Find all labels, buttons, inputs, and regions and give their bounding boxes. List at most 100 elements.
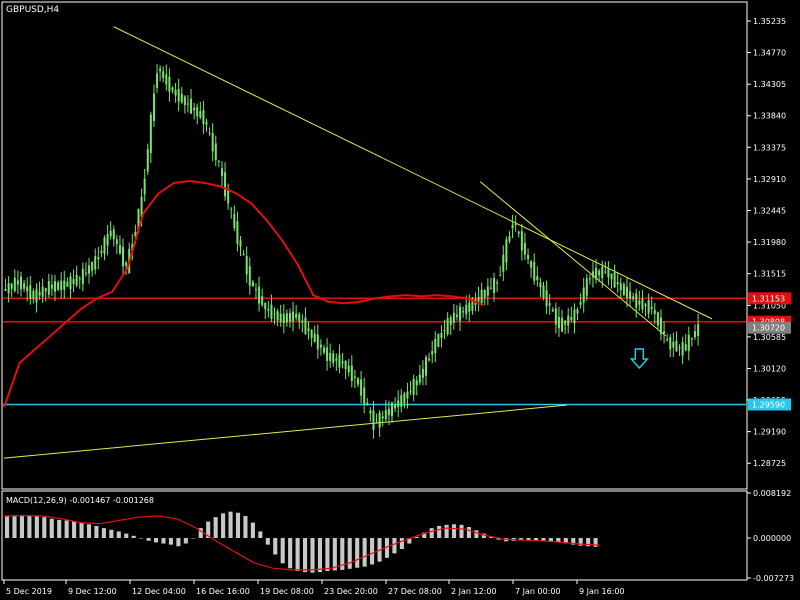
candle-body [288,312,291,322]
candle-body [684,344,687,351]
candle-body [94,256,97,270]
candle-body [493,278,496,294]
chart-window[interactable]: GBPUSD,H4 MACD(12,26,9) -0.001467 -0.001… [0,0,800,600]
candle-body [582,287,585,303]
candle-body [406,391,409,399]
price-tick-label: 1.33375 [753,143,786,152]
candle-body [489,287,492,289]
price-tick-label: 1.32910 [753,175,786,184]
price-tick-label: 1.35235 [753,17,786,26]
time-tick-label: 9 Dec 12:00 [68,587,117,596]
candle-body [217,160,220,162]
candle-body [190,98,193,114]
support-level-tag-label: 1.29590 [752,400,785,409]
candle-body [616,282,619,285]
time-tick-label: 5 Dec 2019 [6,587,52,596]
candle-body [152,93,155,122]
candle-body [23,283,26,289]
candle-body [20,276,23,290]
candle-body [588,278,591,280]
candle-body [375,422,378,424]
macd-histogram-bar [273,538,278,555]
price-tick-label: 1.31980 [753,238,786,247]
candle-body [224,172,227,197]
macd-histogram-bar [325,538,330,572]
macd-histogram-bar [34,516,39,539]
candle-body [47,280,50,295]
candle-body [304,317,307,334]
macd-histogram-bar [42,517,47,539]
rising-support-trendline[interactable] [3,404,567,459]
macd-histogram-bar [399,538,404,550]
candle-body [35,288,38,303]
candle-body [38,291,41,296]
candle-body [97,257,100,260]
candle-body [261,296,264,305]
candle-body [214,143,217,161]
candle-body [561,317,564,332]
candle-body [183,96,186,106]
time-tick-label: 16 Dec 16:00 [196,587,250,596]
candle-series [4,64,700,439]
price-tick-label: 1.32445 [753,207,786,216]
candle-body [415,380,418,386]
candle-body [109,230,112,237]
candle-body [431,351,434,355]
time-tick-label: 27 Dec 08:00 [388,587,442,596]
macd-histogram-bar [154,538,159,543]
candle-body [264,302,267,310]
candle-body [669,337,672,350]
macd-histogram-bar [86,524,92,539]
candle-body [394,404,397,409]
macd-histogram-bar [362,538,367,567]
macd-tick-label: -0.007273 [753,574,794,583]
macd-histogram-bar [280,538,285,564]
candle-body [656,312,659,326]
candle-body [347,365,350,373]
macd-histogram-bar [466,527,471,539]
candle-body [663,331,666,334]
candle-body [41,286,44,297]
chart-canvas[interactable]: GBPUSD,H4 MACD(12,26,9) -0.001467 -0.001… [0,0,800,600]
macd-histogram-bar [72,521,77,539]
macd-histogram-bar [64,520,69,539]
candle-body [536,276,539,281]
candle-body [118,245,121,254]
time-tick-label: 2 Jan 12:00 [451,587,497,596]
candle-body [276,311,279,321]
candle-body [672,341,675,348]
candle-body [499,275,502,277]
main-descending-trendline[interactable] [113,26,713,320]
candle-body [316,334,319,350]
macd-histogram-bar [265,538,270,545]
candle-body [508,236,511,242]
candle-body [690,338,693,340]
candle-body [551,309,554,312]
candle-body [211,133,214,152]
candle-body [156,73,159,88]
candle-body [295,313,298,318]
candle-body [570,317,573,321]
candle-body [446,317,449,335]
price-tick-label: 1.34305 [753,80,786,89]
candle-body [84,272,87,274]
price-tick-label: 1.30120 [753,364,786,373]
macd-histogram-bar [288,538,293,569]
candle-body [310,329,313,338]
candle-body [480,289,483,304]
candle-body [91,261,94,271]
candle-body [604,271,607,273]
candle-body [267,308,270,311]
price-tick-label: 1.33840 [753,112,786,121]
down-arrow-icon[interactable] [629,348,650,370]
candle-body [159,68,162,72]
candle-body [530,261,533,268]
candle-body [496,282,499,284]
second-descending-trendline[interactable] [479,181,666,337]
candle-body [644,304,647,307]
candle-body [125,262,128,266]
price-tick-label: 1.29190 [753,428,786,437]
candle-body [483,290,486,298]
candle-body [202,110,205,125]
macd-histogram-bar [19,514,24,539]
